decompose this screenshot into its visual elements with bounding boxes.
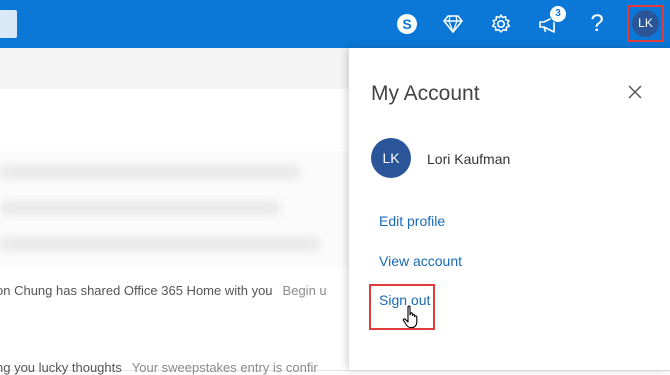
settings-button[interactable] [486, 9, 516, 39]
mail-preview: Your sweepstakes entry is confir [131, 360, 318, 375]
diamond-icon [443, 15, 463, 33]
skype-button[interactable]: S [392, 9, 422, 39]
svg-text:S: S [402, 16, 411, 32]
hand-cursor-icon [402, 305, 418, 329]
account-avatar-button[interactable]: LK [627, 5, 664, 42]
premium-button[interactable] [438, 9, 468, 39]
user-name: Lori Kaufman [427, 151, 511, 167]
mail-sender-text: ng you lucky thoughts [0, 360, 122, 375]
help-icon: ? [590, 10, 604, 37]
gear-icon [491, 14, 511, 33]
blurred-line [0, 201, 280, 215]
skype-icon: S [397, 14, 417, 34]
close-button[interactable] [625, 82, 645, 102]
edit-profile-link[interactable]: Edit profile [379, 213, 445, 229]
mail-preview: Begin u [282, 283, 327, 298]
blurred-line [0, 237, 320, 251]
my-account-panel: My Account LK Lori Kaufman Edit profile … [349, 48, 670, 370]
blurred-line [0, 165, 300, 179]
search-box[interactable] [0, 10, 17, 38]
mail-sender-text: on Chung has shared Office 365 Home with… [0, 283, 273, 298]
view-account-link[interactable]: View account [379, 253, 462, 269]
notification-count-badge: 3 [550, 6, 566, 22]
avatar: LK [632, 10, 659, 37]
avatar: LK [371, 138, 411, 178]
close-icon [628, 85, 642, 99]
panel-title: My Account [371, 82, 480, 105]
notifications-button[interactable]: 3 [534, 6, 566, 39]
help-button[interactable]: ? [582, 9, 612, 39]
top-bar: S 3 ? LK [0, 0, 670, 48]
